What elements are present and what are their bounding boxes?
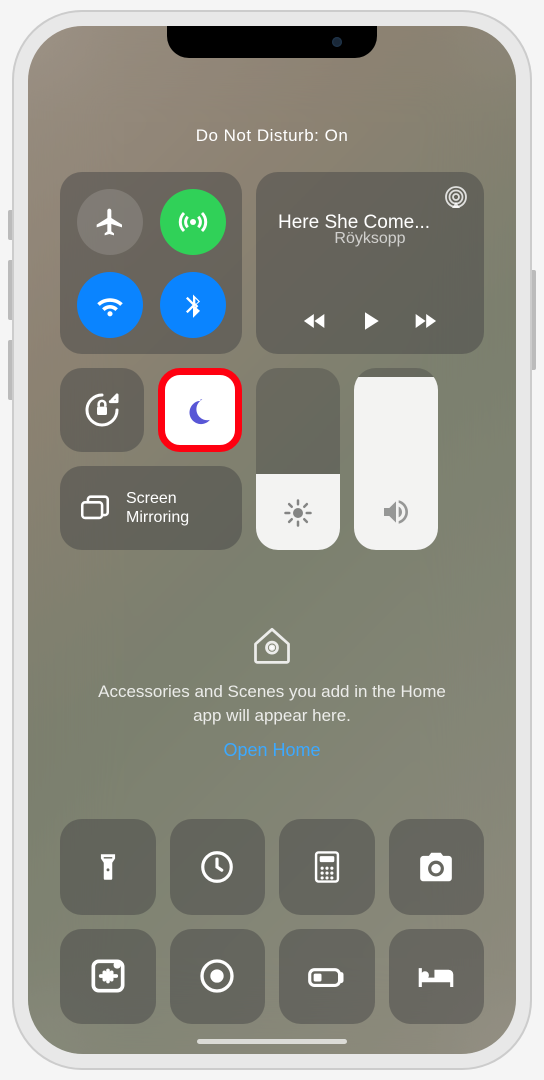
airplay-icon[interactable] — [444, 186, 468, 210]
wifi-icon — [93, 288, 127, 322]
calculator-button[interactable] — [279, 819, 375, 915]
screen: Do Not Disturb: On — [28, 26, 516, 1054]
moon-icon — [182, 392, 218, 428]
bluetooth-icon — [179, 291, 207, 319]
timer-icon — [198, 848, 236, 886]
connectivity-module[interactable] — [60, 172, 242, 354]
rewind-icon — [301, 307, 329, 335]
voice-memo-button[interactable] — [60, 929, 156, 1025]
open-home-link[interactable]: Open Home — [223, 740, 320, 761]
flashlight-icon — [91, 850, 125, 884]
forward-button[interactable] — [411, 307, 439, 335]
cellular-data-button[interactable] — [160, 189, 226, 255]
notch — [167, 26, 377, 58]
play-icon — [355, 306, 385, 336]
status-text: Do Not Disturb: On — [60, 126, 484, 146]
bluetooth-button[interactable] — [160, 272, 226, 338]
record-icon — [197, 956, 237, 996]
phone-frame: Do Not Disturb: On — [12, 10, 532, 1070]
rotation-lock-button[interactable] — [60, 368, 144, 452]
airplane-icon — [94, 206, 126, 238]
volume-slider[interactable] — [354, 368, 438, 550]
battery-icon — [305, 954, 349, 998]
home-icon — [250, 622, 294, 666]
voice-memo-icon — [86, 954, 130, 998]
screen-mirror-icon — [78, 491, 112, 525]
do-not-disturb-button[interactable] — [158, 368, 242, 452]
front-camera — [332, 37, 342, 47]
screen-mirror-label: Screen Mirroring — [126, 489, 189, 527]
home-section: Accessories and Scenes you add in the Ho… — [60, 564, 484, 819]
brightness-icon — [283, 498, 313, 528]
rewind-button[interactable] — [301, 307, 329, 335]
flashlight-button[interactable] — [60, 819, 156, 915]
calculator-icon — [312, 850, 342, 884]
rotation-lock-icon — [82, 390, 122, 430]
play-button[interactable] — [355, 306, 385, 336]
bed-icon — [414, 954, 458, 998]
side-button-right — [532, 270, 536, 370]
sleep-button[interactable] — [389, 929, 485, 1025]
forward-icon — [411, 307, 439, 335]
airplane-mode-button[interactable] — [77, 189, 143, 255]
wifi-button[interactable] — [77, 272, 143, 338]
camera-button[interactable] — [389, 819, 485, 915]
volume-icon — [380, 496, 412, 528]
cellular-icon — [175, 204, 211, 240]
bottom-grid — [60, 819, 484, 1024]
screen-record-button[interactable] — [170, 929, 266, 1025]
timer-button[interactable] — [170, 819, 266, 915]
low-power-button[interactable] — [279, 929, 375, 1025]
screen-mirroring-button[interactable]: Screen Mirroring — [60, 466, 242, 550]
media-module[interactable]: Here She Come... Röyksopp — [256, 172, 484, 354]
camera-icon — [417, 848, 455, 886]
side-buttons-left — [8, 210, 12, 420]
brightness-slider[interactable] — [256, 368, 340, 550]
home-empty-text: Accessories and Scenes you add in the Ho… — [90, 680, 454, 728]
